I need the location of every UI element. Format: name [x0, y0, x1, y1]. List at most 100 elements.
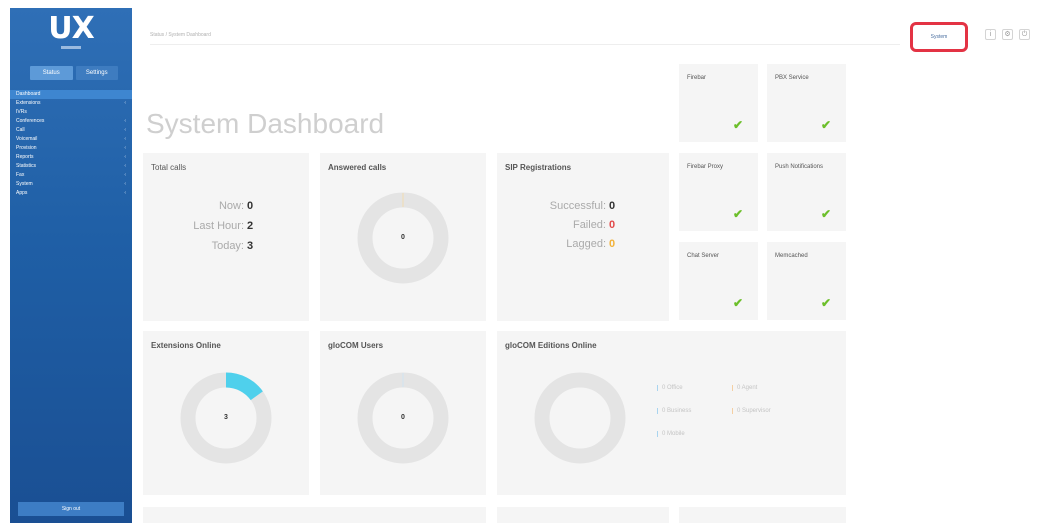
- sidebar-item-label: IVRs: [16, 109, 27, 115]
- stat-value: 0: [247, 200, 254, 212]
- power-icon[interactable]: ⏻: [1019, 29, 1030, 40]
- bottom-card: [497, 507, 669, 523]
- stat-value: 2: [247, 220, 254, 232]
- page-title: System Dashboard: [146, 108, 385, 139]
- stat-row-lagged: Lagged: 0: [566, 238, 619, 250]
- logo: UX: [10, 12, 132, 64]
- glocom-editions-donut: [534, 372, 626, 464]
- bottom-card: [143, 507, 486, 523]
- stat-value: 3: [247, 240, 254, 252]
- legend-item: 0 Mobile: [657, 431, 685, 437]
- stat-label: Lagged:: [566, 238, 606, 250]
- logo-mark: UX: [48, 11, 95, 46]
- sidebar-item-call[interactable]: Call ‹: [10, 126, 132, 135]
- glocom-users-title: gloCOM Users: [328, 341, 384, 350]
- service-card-pbx: PBX Service ✔: [767, 64, 846, 142]
- service-name: Push Notifications: [775, 164, 824, 170]
- service-name: Firebar Proxy: [687, 164, 724, 170]
- service-card-push-notifications: Push Notifications ✔: [767, 153, 846, 231]
- sidebar-item-system[interactable]: System ‹: [10, 180, 132, 189]
- glocom-users-card: gloCOM Users 0: [320, 331, 486, 495]
- tab-status[interactable]: Status: [30, 66, 73, 80]
- answered-calls-card: Answered calls 0: [320, 153, 486, 321]
- sidebar-item-label: Reports: [16, 154, 34, 160]
- extensions-online-card: Extensions Online 3: [143, 331, 309, 495]
- chevron-icon: ‹: [124, 145, 126, 151]
- service-card-firebar: Firebar ✔: [679, 64, 758, 142]
- sidebar-item-apps[interactable]: Apps ‹: [10, 189, 132, 198]
- chevron-icon: ‹: [124, 163, 126, 169]
- sidebar-item-label: Voicemail: [16, 136, 38, 142]
- sidebar-item-label: Extensions: [16, 100, 41, 106]
- chevron-icon: ‹: [124, 136, 126, 142]
- extensions-online-count: 3: [224, 414, 228, 421]
- chevron-icon: ‹: [124, 127, 126, 133]
- sidebar-item-extensions[interactable]: Extensions ‹: [10, 99, 132, 108]
- extensions-online-title: Extensions Online: [151, 341, 221, 350]
- service-name: Memcached: [775, 253, 808, 259]
- sidebar-item-label: System: [16, 181, 33, 187]
- sidebar-menu: Dashboard Extensions ‹ IVRs Conferences ‹ Call…: [10, 90, 132, 198]
- service-name: PBX Service: [775, 75, 809, 81]
- chevron-icon: ‹: [124, 190, 126, 196]
- sidebar: UX Status Settings Dashboard Extensions ‹ I…: [10, 8, 132, 523]
- sidebar-item-label: Fax: [16, 172, 25, 178]
- check-icon: ✔: [733, 207, 744, 221]
- sidebar-item-label: Dashboard: [16, 91, 41, 97]
- answered-calls-title: Answered calls: [328, 163, 387, 172]
- check-icon: ✔: [733, 118, 744, 132]
- stat-row-failed: Failed: 0: [573, 219, 619, 231]
- sidebar-item-voicemail[interactable]: Voicemail ‹: [10, 135, 132, 144]
- service-name: Firebar: [687, 75, 707, 81]
- sidebar-item-label: Provision: [16, 145, 37, 151]
- stat-label: Failed:: [572, 219, 606, 231]
- check-icon: ✔: [821, 207, 832, 221]
- glocom-editions-title: gloCOM Editions Online: [505, 341, 597, 350]
- stat-row-last-hour: Last Hour: 2: [193, 220, 257, 232]
- total-calls-card: Total calls Now: 0 Last Hour: 2 Today: 3: [143, 153, 309, 321]
- sidebar-item-reports[interactable]: Reports ‹: [10, 153, 132, 162]
- sip-registrations-card: SIP Registrations Successful: 0 Failed: 0 …: [497, 153, 669, 321]
- bottom-card: [679, 507, 846, 523]
- check-icon: ✔: [821, 118, 832, 132]
- stat-row-today: Today: 3: [212, 240, 257, 252]
- stat-label: Today:: [211, 240, 244, 252]
- stat-label: Successful:: [549, 200, 606, 212]
- glocom-editions-card: gloCOM Editions Online 0 Office 0 Agent …: [497, 331, 846, 495]
- topbar-divider: [150, 44, 900, 45]
- info-icon[interactable]: i: [985, 29, 996, 40]
- stat-label: Last Hour:: [193, 220, 244, 232]
- stat-row-successful: Successful: 0: [550, 200, 619, 212]
- sidebar-item-label: Apps: [16, 190, 28, 196]
- tab-settings[interactable]: Settings: [75, 66, 118, 80]
- system-button[interactable]: System: [910, 22, 968, 52]
- legend-item: 0 Office: [657, 385, 683, 391]
- stat-row-now: Now: 0: [219, 200, 257, 212]
- legend-item: 0 Business: [657, 408, 691, 414]
- stat-value: 0: [609, 219, 616, 231]
- settings-icon[interactable]: ⚙: [1002, 29, 1013, 40]
- sip-registrations-title: SIP Registrations: [505, 163, 572, 172]
- sign-out-button[interactable]: Sign out: [18, 502, 124, 516]
- stat-label: Now:: [218, 200, 244, 212]
- check-icon: ✔: [821, 296, 832, 310]
- system-button-label: System: [930, 34, 948, 40]
- glocom-users-count: 0: [401, 414, 405, 421]
- stat-value: 0: [609, 200, 616, 212]
- sidebar-item-fax[interactable]: Fax ‹: [10, 171, 132, 180]
- sidebar-item-statistics[interactable]: Statistics ‹: [10, 162, 132, 171]
- sidebar-item-label: Statistics: [16, 163, 37, 169]
- sidebar-item-dashboard[interactable]: Dashboard: [10, 90, 132, 99]
- chevron-icon: ‹: [124, 154, 126, 160]
- sidebar-item-provision[interactable]: Provision ‹: [10, 144, 132, 153]
- service-card-chat-server: Chat Server ✔: [679, 242, 758, 320]
- chevron-icon: ‹: [124, 100, 126, 106]
- chevron-icon: ‹: [124, 172, 126, 178]
- sidebar-item-conferences[interactable]: Conferences ‹: [10, 117, 132, 126]
- stat-value: 0: [609, 238, 616, 250]
- legend-item: 0 Supervisor: [732, 408, 771, 414]
- sidebar-item-ivrs[interactable]: IVRs: [10, 108, 132, 117]
- sidebar-tabs: Status Settings: [30, 66, 118, 80]
- service-card-memcached: Memcached ✔: [767, 242, 846, 320]
- breadcrumb: Status / System Dashboard: [150, 32, 211, 38]
